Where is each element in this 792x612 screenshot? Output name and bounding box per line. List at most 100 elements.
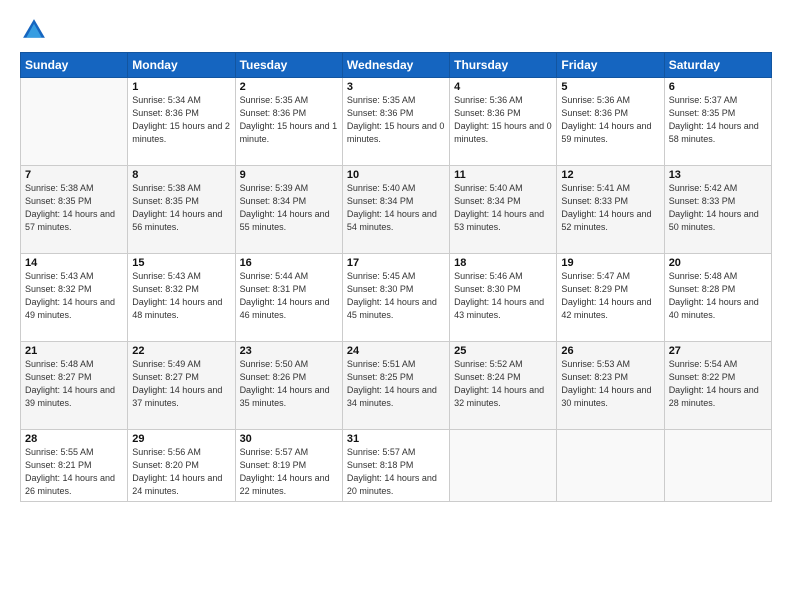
day-cell: 19Sunrise: 5:47 AMSunset: 8:29 PMDayligh… <box>557 254 664 342</box>
day-info: Sunrise: 5:41 AMSunset: 8:33 PMDaylight:… <box>561 182 659 234</box>
day-cell: 31Sunrise: 5:57 AMSunset: 8:18 PMDayligh… <box>342 430 449 502</box>
day-number: 26 <box>561 345 659 357</box>
day-cell: 28Sunrise: 5:55 AMSunset: 8:21 PMDayligh… <box>21 430 128 502</box>
day-info: Sunrise: 5:36 AMSunset: 8:36 PMDaylight:… <box>454 94 552 146</box>
day-info: Sunrise: 5:42 AMSunset: 8:33 PMDaylight:… <box>669 182 767 234</box>
day-number: 20 <box>669 257 767 269</box>
day-number: 1 <box>132 81 230 93</box>
day-info: Sunrise: 5:55 AMSunset: 8:21 PMDaylight:… <box>25 446 123 498</box>
week-row-2: 7Sunrise: 5:38 AMSunset: 8:35 PMDaylight… <box>21 166 772 254</box>
day-number: 3 <box>347 81 445 93</box>
day-info: Sunrise: 5:56 AMSunset: 8:20 PMDaylight:… <box>132 446 230 498</box>
day-number: 17 <box>347 257 445 269</box>
day-cell: 11Sunrise: 5:40 AMSunset: 8:34 PMDayligh… <box>450 166 557 254</box>
day-info: Sunrise: 5:34 AMSunset: 8:36 PMDaylight:… <box>132 94 230 146</box>
day-number: 25 <box>454 345 552 357</box>
calendar-table: SundayMondayTuesdayWednesdayThursdayFrid… <box>20 52 772 502</box>
day-cell: 13Sunrise: 5:42 AMSunset: 8:33 PMDayligh… <box>664 166 771 254</box>
day-info: Sunrise: 5:35 AMSunset: 8:36 PMDaylight:… <box>240 94 338 146</box>
day-info: Sunrise: 5:50 AMSunset: 8:26 PMDaylight:… <box>240 358 338 410</box>
day-cell: 18Sunrise: 5:46 AMSunset: 8:30 PMDayligh… <box>450 254 557 342</box>
weekday-tuesday: Tuesday <box>235 53 342 78</box>
weekday-sunday: Sunday <box>21 53 128 78</box>
day-cell: 10Sunrise: 5:40 AMSunset: 8:34 PMDayligh… <box>342 166 449 254</box>
day-cell: 15Sunrise: 5:43 AMSunset: 8:32 PMDayligh… <box>128 254 235 342</box>
day-cell: 23Sunrise: 5:50 AMSunset: 8:26 PMDayligh… <box>235 342 342 430</box>
day-number: 10 <box>347 169 445 181</box>
day-cell <box>21 78 128 166</box>
day-number: 7 <box>25 169 123 181</box>
day-info: Sunrise: 5:48 AMSunset: 8:28 PMDaylight:… <box>669 270 767 322</box>
weekday-friday: Friday <box>557 53 664 78</box>
day-info: Sunrise: 5:54 AMSunset: 8:22 PMDaylight:… <box>669 358 767 410</box>
day-cell: 30Sunrise: 5:57 AMSunset: 8:19 PMDayligh… <box>235 430 342 502</box>
day-info: Sunrise: 5:43 AMSunset: 8:32 PMDaylight:… <box>132 270 230 322</box>
day-info: Sunrise: 5:38 AMSunset: 8:35 PMDaylight:… <box>132 182 230 234</box>
day-cell: 9Sunrise: 5:39 AMSunset: 8:34 PMDaylight… <box>235 166 342 254</box>
day-info: Sunrise: 5:48 AMSunset: 8:27 PMDaylight:… <box>25 358 123 410</box>
day-cell: 8Sunrise: 5:38 AMSunset: 8:35 PMDaylight… <box>128 166 235 254</box>
day-cell: 7Sunrise: 5:38 AMSunset: 8:35 PMDaylight… <box>21 166 128 254</box>
day-number: 12 <box>561 169 659 181</box>
day-cell: 21Sunrise: 5:48 AMSunset: 8:27 PMDayligh… <box>21 342 128 430</box>
weekday-thursday: Thursday <box>450 53 557 78</box>
week-row-5: 28Sunrise: 5:55 AMSunset: 8:21 PMDayligh… <box>21 430 772 502</box>
day-number: 8 <box>132 169 230 181</box>
day-number: 31 <box>347 433 445 445</box>
day-number: 2 <box>240 81 338 93</box>
day-cell <box>450 430 557 502</box>
day-number: 21 <box>25 345 123 357</box>
header <box>20 16 772 44</box>
week-row-3: 14 Sunrise: 5:43 AMSunset: 8:32 PMDayligh… <box>21 254 772 342</box>
day-cell: 24Sunrise: 5:51 AMSunset: 8:25 PMDayligh… <box>342 342 449 430</box>
day-number: 22 <box>132 345 230 357</box>
day-info: Sunrise: 5:38 AMSunset: 8:35 PMDaylight:… <box>25 182 123 234</box>
day-cell: 22Sunrise: 5:49 AMSunset: 8:27 PMDayligh… <box>128 342 235 430</box>
logo-icon <box>20 16 48 44</box>
weekday-wednesday: Wednesday <box>342 53 449 78</box>
day-info: Sunrise: 5:44 AMSunset: 8:31 PMDaylight:… <box>240 270 338 322</box>
day-number: 28 <box>25 433 123 445</box>
day-info: Sunrise: 5:49 AMSunset: 8:27 PMDaylight:… <box>132 358 230 410</box>
day-cell <box>664 430 771 502</box>
day-number: 9 <box>240 169 338 181</box>
day-cell: 29Sunrise: 5:56 AMSunset: 8:20 PMDayligh… <box>128 430 235 502</box>
weekday-header-row: SundayMondayTuesdayWednesdayThursdayFrid… <box>21 53 772 78</box>
weekday-saturday: Saturday <box>664 53 771 78</box>
day-cell: 1Sunrise: 5:34 AMSunset: 8:36 PMDaylight… <box>128 78 235 166</box>
day-cell: 6Sunrise: 5:37 AMSunset: 8:35 PMDaylight… <box>664 78 771 166</box>
logo <box>20 16 52 44</box>
day-cell: 14Sunrise: 5:43 AMSunset: 8:32 PMDayligh… <box>21 254 128 342</box>
week-row-4: 21Sunrise: 5:48 AMSunset: 8:27 PMDayligh… <box>21 342 772 430</box>
day-number: 11 <box>454 169 552 181</box>
day-info: Sunrise: 5:47 AMSunset: 8:29 PMDaylight:… <box>561 270 659 322</box>
day-cell: 16Sunrise: 5:44 AMSunset: 8:31 PMDayligh… <box>235 254 342 342</box>
day-info: Sunrise: 5:40 AMSunset: 8:34 PMDaylight:… <box>347 182 445 234</box>
day-cell: 4Sunrise: 5:36 AMSunset: 8:36 PMDaylight… <box>450 78 557 166</box>
day-info: Sunrise: 5:36 AMSunset: 8:36 PMDaylight:… <box>561 94 659 146</box>
day-info: Sunrise: 5:57 AMSunset: 8:18 PMDaylight:… <box>347 446 445 498</box>
day-info: Sunrise: 5:39 AMSunset: 8:34 PMDaylight:… <box>240 182 338 234</box>
day-cell: 3Sunrise: 5:35 AMSunset: 8:36 PMDaylight… <box>342 78 449 166</box>
day-cell: 20Sunrise: 5:48 AMSunset: 8:28 PMDayligh… <box>664 254 771 342</box>
day-number: 16 <box>240 257 338 269</box>
day-number: 18 <box>454 257 552 269</box>
day-info: Sunrise: 5:46 AMSunset: 8:30 PMDaylight:… <box>454 270 552 322</box>
day-info: Sunrise: 5:35 AMSunset: 8:36 PMDaylight:… <box>347 94 445 146</box>
day-info: Sunrise: 5:37 AMSunset: 8:35 PMDaylight:… <box>669 94 767 146</box>
day-number: 6 <box>669 81 767 93</box>
day-cell <box>557 430 664 502</box>
day-number: 15 <box>132 257 230 269</box>
day-info: Sunrise: 5:51 AMSunset: 8:25 PMDaylight:… <box>347 358 445 410</box>
week-row-1: 1Sunrise: 5:34 AMSunset: 8:36 PMDaylight… <box>21 78 772 166</box>
day-cell: 17Sunrise: 5:45 AMSunset: 8:30 PMDayligh… <box>342 254 449 342</box>
page: SundayMondayTuesdayWednesdayThursdayFrid… <box>0 0 792 612</box>
day-number: 30 <box>240 433 338 445</box>
day-number: 24 <box>347 345 445 357</box>
day-cell: 26Sunrise: 5:53 AMSunset: 8:23 PMDayligh… <box>557 342 664 430</box>
day-number: 29 <box>132 433 230 445</box>
day-number: 14 <box>25 257 123 269</box>
day-cell: 12Sunrise: 5:41 AMSunset: 8:33 PMDayligh… <box>557 166 664 254</box>
day-number: 5 <box>561 81 659 93</box>
day-number: 13 <box>669 169 767 181</box>
